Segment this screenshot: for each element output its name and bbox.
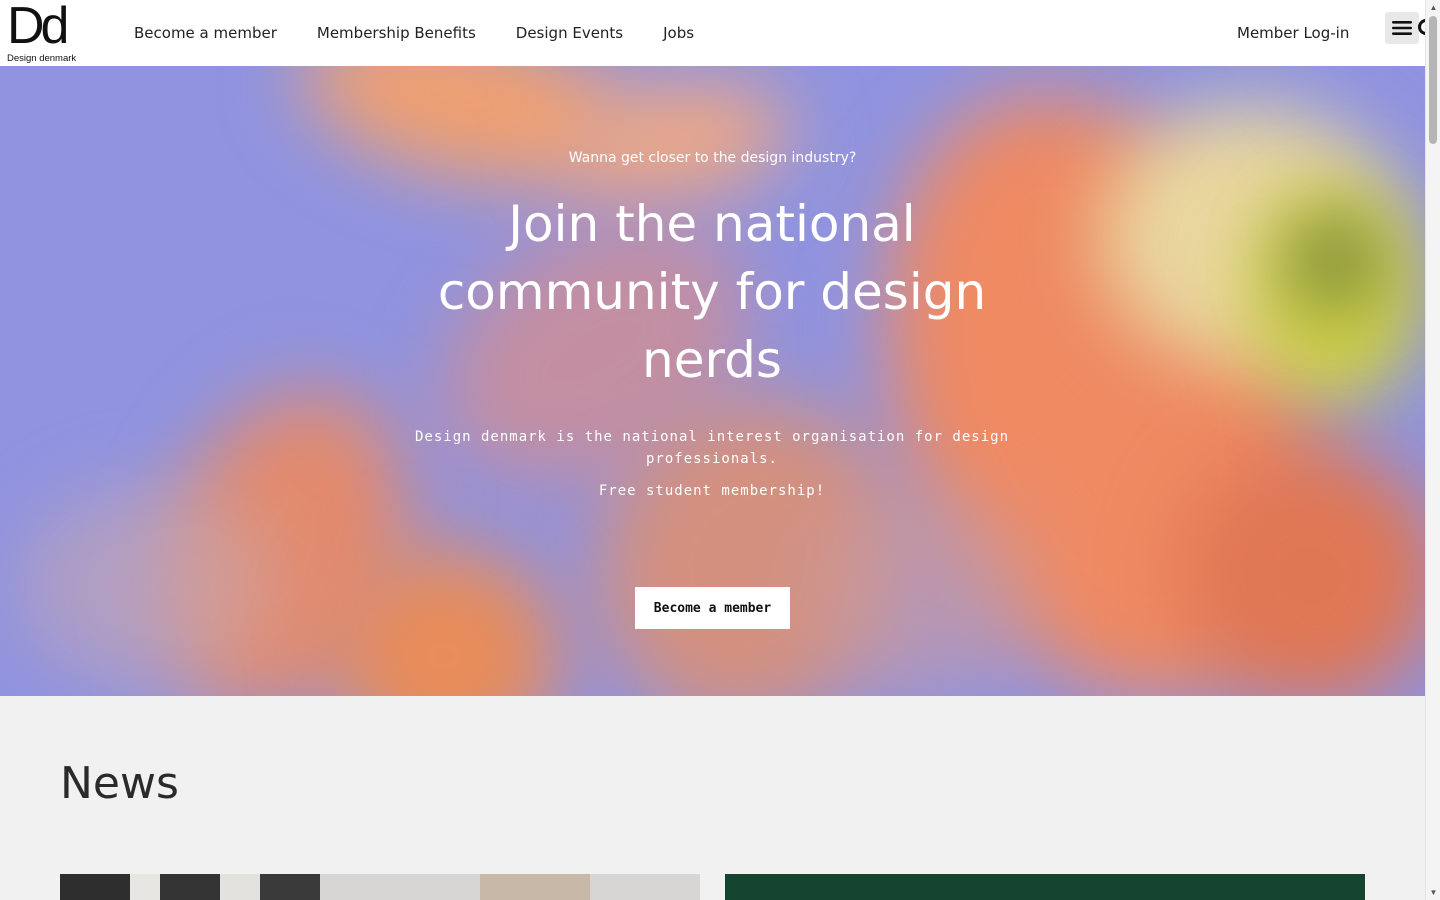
nav-item-jobs[interactable]: Jobs <box>663 24 694 42</box>
menu-button[interactable] <box>1385 12 1419 44</box>
site-header: Dd Design denmark Become a member Member… <box>0 0 1425 66</box>
logo-wordmark: Design denmark <box>7 53 77 64</box>
member-login-link[interactable]: Member Log-in <box>1237 0 1349 66</box>
news-heading: News <box>60 758 179 809</box>
become-member-button[interactable]: Become a member <box>635 587 790 629</box>
news-card-image <box>220 874 260 900</box>
news-card[interactable] <box>725 874 1365 900</box>
nav-item-design-events[interactable]: Design Events <box>516 24 623 42</box>
nav-item-become-member[interactable]: Become a member <box>134 24 277 42</box>
news-card-image <box>260 874 320 900</box>
news-card-image <box>480 874 590 900</box>
news-card-image <box>60 874 130 900</box>
nav-item-membership-benefits[interactable]: Membership Benefits <box>317 24 476 42</box>
hamburger-menu-icon <box>1392 21 1412 35</box>
news-card-image <box>130 874 160 900</box>
site-logo[interactable]: Dd Design denmark <box>7 0 79 64</box>
hero-description: Design denmark is the national interest … <box>414 429 1009 467</box>
scroll-up-arrow-icon[interactable]: ▲ <box>1429 3 1438 12</box>
search-icon[interactable] <box>1417 18 1425 38</box>
scrollbar-thumb[interactable] <box>1429 16 1437 144</box>
news-card[interactable] <box>60 874 700 900</box>
hero-section: Wanna get closer to the design industry?… <box>0 66 1425 696</box>
hero-kicker: Wanna get closer to the design industry? <box>568 150 857 166</box>
scroll-down-arrow-icon[interactable]: ▼ <box>1429 888 1438 897</box>
news-card-image <box>160 874 220 900</box>
main-nav: Become a member Membership Benefits Desi… <box>134 0 734 66</box>
hero-free-note: Free student membership! <box>598 483 826 499</box>
page-scrollbar[interactable]: ▲ ▼ <box>1425 0 1440 900</box>
hero-content: Wanna get closer to the design industry?… <box>0 66 1425 696</box>
logo-mark: Dd <box>7 0 69 55</box>
hero-title: Join the national community for design n… <box>437 195 987 389</box>
